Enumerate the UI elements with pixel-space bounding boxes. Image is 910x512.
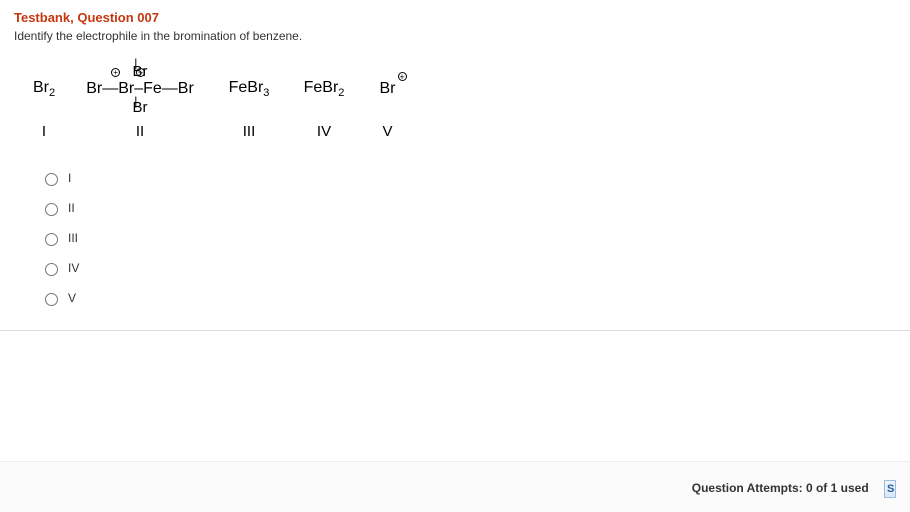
question-prompt: Identify the electrophile in the bromina… [14, 29, 896, 43]
submit-button[interactable]: S [884, 480, 896, 498]
option-row: V [40, 290, 896, 306]
radio-i[interactable] [45, 173, 58, 186]
formula-i: Br2 [18, 79, 70, 99]
option-label: IV [68, 261, 79, 275]
option-label: V [68, 291, 76, 305]
numeral-row: I II III IV V [18, 123, 896, 140]
formula-iv: FeBr2 [288, 79, 360, 99]
formula-v: Br + [360, 80, 415, 98]
radio-ii[interactable] [45, 203, 58, 216]
footer-bar: Question Attempts: 0 of 1 used S [0, 461, 910, 512]
option-row: I [40, 170, 896, 186]
option-label: II [68, 201, 75, 215]
option-row: IV [40, 260, 896, 276]
minus-charge-icon: – [136, 68, 145, 77]
attempts-label: Question Attempts: 0 of 1 used [692, 481, 869, 495]
answer-options: I II III IV V [40, 170, 896, 306]
numeral-ii: II [70, 123, 210, 140]
plus-charge-icon: + [111, 68, 120, 77]
option-row: II [40, 200, 896, 216]
option-label: I [68, 171, 71, 185]
radio-iv[interactable] [45, 263, 58, 276]
option-label: III [68, 231, 78, 245]
formula-ii-bot: Br [86, 100, 194, 115]
numeral-iv: IV [288, 123, 360, 140]
numeral-iii: III [210, 123, 288, 140]
option-row: III [40, 230, 896, 246]
formula-ii-main: Br—Br–Fe—Br [86, 80, 194, 97]
formula-row: Br2 Br + | – Br—Br–Fe—Br | Br FeBr3 FeBr… [18, 61, 896, 117]
radio-iii[interactable] [45, 233, 58, 246]
formula-iii: FeBr3 [210, 79, 288, 99]
plus-charge-icon: + [398, 72, 407, 81]
question-block: Testbank, Question 007 Identify the elec… [0, 0, 910, 331]
radio-v[interactable] [45, 293, 58, 306]
question-title: Testbank, Question 007 [14, 10, 896, 25]
formula-v-main: Br [380, 80, 396, 97]
numeral-v: V [360, 123, 415, 140]
formula-ii: Br + | – Br—Br–Fe—Br | Br [70, 80, 210, 98]
numeral-i: I [18, 123, 70, 140]
